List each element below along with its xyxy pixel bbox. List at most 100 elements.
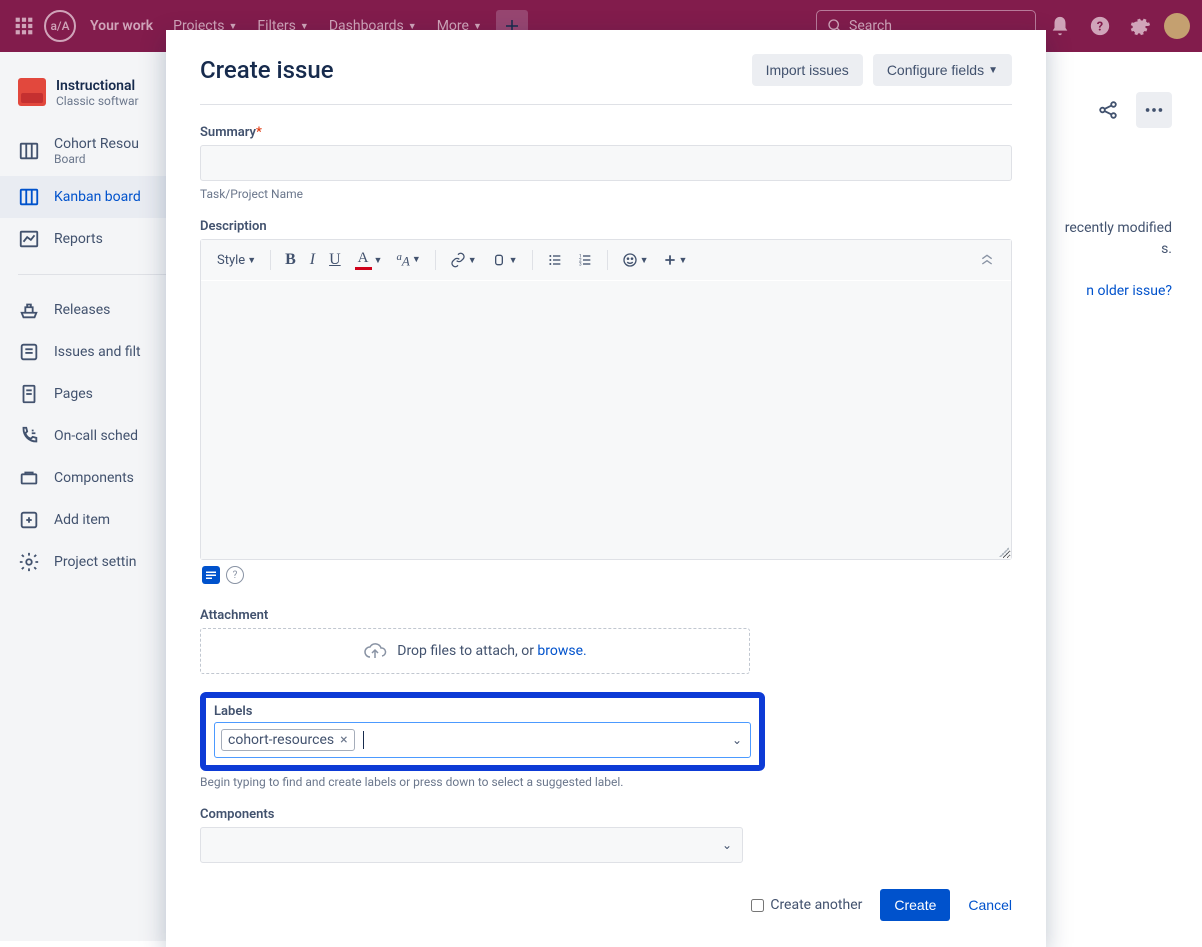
components-label: Components xyxy=(54,470,134,486)
create-issue-modal: Create issue Import issues Configure fie… xyxy=(166,30,1046,947)
chevron-down-icon: ▼ xyxy=(988,65,998,76)
link-button[interactable]: ▼ xyxy=(444,248,483,272)
pages-icon xyxy=(18,383,40,405)
rich-text-editor: Style▼ B I U A ▼ aA ▼ ▼ ▼ 123 ▼ ▼ xyxy=(200,239,1012,560)
summary-input[interactable] xyxy=(200,145,1012,181)
settings-icon[interactable] xyxy=(1124,10,1156,42)
components-icon xyxy=(18,467,40,489)
create-another-checkbox[interactable]: Create another xyxy=(751,897,862,913)
oncall-label: On-call sched xyxy=(54,428,138,444)
components-field-label: Components xyxy=(200,807,1012,822)
insert-more-button[interactable]: ▼ xyxy=(657,249,694,271)
bold-button[interactable]: B xyxy=(279,247,302,273)
help-mode-icon[interactable]: ? xyxy=(226,566,244,584)
share-icon[interactable] xyxy=(1090,92,1126,128)
rte-style-label: Style xyxy=(217,253,245,268)
color-swatch-icon: A xyxy=(355,250,372,270)
underline-button[interactable]: U xyxy=(323,247,347,273)
cancel-button[interactable]: Cancel xyxy=(968,897,1012,913)
labels-input[interactable]: cohort-resources × ⌄ xyxy=(214,722,751,758)
bullet-list-button[interactable] xyxy=(541,248,569,272)
separator xyxy=(270,250,271,270)
kanban-label: Kanban board xyxy=(54,189,141,205)
remove-label-icon[interactable]: × xyxy=(340,732,347,748)
older-issue-link[interactable]: n older issue? xyxy=(1086,283,1172,299)
description-label: Description xyxy=(200,219,1012,234)
chevron-down-icon: ▼ xyxy=(679,255,688,266)
emoji-button[interactable]: ▼ xyxy=(616,248,655,272)
upload-cloud-icon xyxy=(363,639,387,663)
visual-mode-icon[interactable] xyxy=(202,566,220,584)
attachment-dropzone[interactable]: Drop files to attach, or browse. xyxy=(200,628,750,674)
collapse-icon xyxy=(979,252,995,268)
reports-label: Reports xyxy=(54,231,103,247)
chevron-down-icon: ▼ xyxy=(640,255,649,266)
ship-icon xyxy=(18,299,40,321)
numbered-list-icon: 123 xyxy=(577,252,593,268)
label-chip-cohort-resources: cohort-resources × xyxy=(221,729,355,751)
project-icon xyxy=(18,78,46,106)
issues-icon xyxy=(18,341,40,363)
import-issues-button[interactable]: Import issues xyxy=(752,54,863,86)
collapse-toolbar-button[interactable] xyxy=(973,248,1001,272)
gear-icon xyxy=(18,551,40,573)
chevron-down-icon: ▼ xyxy=(509,255,518,266)
logo[interactable]: a/A xyxy=(44,10,76,42)
description-textarea[interactable] xyxy=(201,281,1011,559)
chevron-down-icon: ▼ xyxy=(374,255,383,266)
notifications-icon[interactable] xyxy=(1044,10,1076,42)
labels-helper: Begin typing to find and create labels o… xyxy=(200,775,1012,789)
reports-icon xyxy=(18,228,40,250)
chevron-down-icon: ▼ xyxy=(247,255,256,266)
hint-line2: s. xyxy=(1161,241,1172,257)
pages-label: Pages xyxy=(54,386,93,402)
app-switcher-icon[interactable] xyxy=(12,14,36,38)
attach-text: Drop files to attach, or xyxy=(397,643,537,659)
labels-dropdown-icon[interactable]: ⌄ xyxy=(732,733,742,747)
projsettings-label: Project settin xyxy=(54,554,137,570)
italic-button[interactable]: I xyxy=(304,247,321,273)
chevron-down-icon: ▼ xyxy=(412,254,421,265)
summary-label: Summary* xyxy=(200,125,1012,140)
more-menu-icon[interactable] xyxy=(1136,92,1172,128)
components-select[interactable]: ⌄ xyxy=(200,827,743,863)
clear-formatting-button[interactable]: aA ▼ xyxy=(390,247,426,273)
attachment-label: Attachment xyxy=(200,608,1012,623)
board-title: Cohort Resou xyxy=(54,136,139,152)
bullet-list-icon xyxy=(547,252,563,268)
link-icon xyxy=(450,252,466,268)
numbered-list-button[interactable]: 123 xyxy=(571,248,599,272)
chevron-down-icon: ⌄ xyxy=(722,838,732,852)
summary-label-text: Summary xyxy=(200,125,256,140)
configure-fields-label: Configure fields xyxy=(887,62,984,78)
modal-title: Create issue xyxy=(200,56,334,84)
labels-highlight: Labels cohort-resources × ⌄ xyxy=(200,692,765,771)
hint-line1: recently modified xyxy=(1065,220,1172,236)
chevron-down-icon: ▼ xyxy=(468,255,477,266)
help-icon[interactable]: ? xyxy=(1084,10,1116,42)
create-another-input[interactable] xyxy=(751,899,764,912)
attachment-button[interactable]: ▼ xyxy=(485,248,524,272)
create-submit-button[interactable]: Create xyxy=(880,889,950,921)
board-sub: Board xyxy=(54,152,139,166)
divider xyxy=(200,104,1012,105)
svg-text:3: 3 xyxy=(579,261,582,267)
label-chip-text: cohort-resources xyxy=(228,732,334,748)
rte-style-dropdown[interactable]: Style▼ xyxy=(211,249,262,272)
paperclip-icon xyxy=(491,252,507,268)
oncall-icon xyxy=(18,425,40,447)
user-avatar[interactable] xyxy=(1164,13,1190,39)
create-another-label: Create another xyxy=(770,897,862,913)
add-icon xyxy=(18,509,40,531)
rte-toolbar: Style▼ B I U A ▼ aA ▼ ▼ ▼ 123 ▼ ▼ xyxy=(201,240,1011,281)
svg-text:?: ? xyxy=(1097,20,1103,35)
issues-label: Issues and filt xyxy=(54,344,141,360)
nav-your-work[interactable]: Your work xyxy=(84,14,159,38)
configure-fields-button[interactable]: Configure fields ▼ xyxy=(873,54,1012,86)
browse-link[interactable]: browse. xyxy=(537,643,586,659)
kanban-icon xyxy=(18,186,40,208)
emoji-icon xyxy=(622,252,638,268)
required-indicator: * xyxy=(256,125,262,140)
text-color-button[interactable]: A ▼ xyxy=(349,246,389,274)
separator xyxy=(607,250,608,270)
